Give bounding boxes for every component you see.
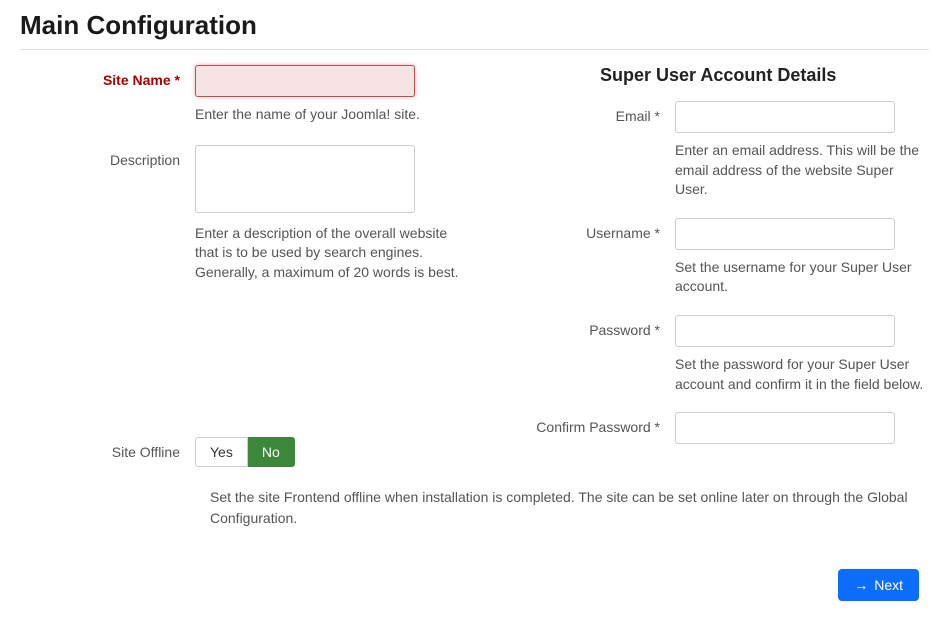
description-input[interactable]: [195, 145, 415, 213]
email-control: Enter an email address. This will be the…: [675, 101, 929, 200]
password-help: Set the password for your Super User acc…: [675, 355, 929, 394]
password-input[interactable]: [675, 315, 895, 347]
site-offline-control: Yes No: [195, 437, 490, 467]
site-name-help: Enter the name of your Joomla! site.: [195, 105, 465, 125]
site-name-group: Site Name * Enter the name of your Jooml…: [20, 65, 490, 125]
site-name-input[interactable]: [195, 65, 415, 97]
confirm-password-input[interactable]: [675, 412, 895, 444]
site-offline-yes-button[interactable]: Yes: [195, 437, 248, 467]
email-help: Enter an email address. This will be the…: [675, 141, 929, 200]
page-title: Main Configuration: [20, 10, 929, 41]
next-button[interactable]: → Next: [838, 569, 919, 601]
username-label: Username *: [520, 218, 675, 297]
email-label: Email *: [520, 101, 675, 200]
email-input[interactable]: [675, 101, 895, 133]
confirm-password-group: Confirm Password *: [520, 412, 929, 444]
site-name-label: Site Name *: [20, 65, 195, 125]
description-group: Description Enter a description of the o…: [20, 145, 490, 283]
site-offline-toggle: Yes No: [195, 437, 295, 467]
description-help: Enter a description of the overall websi…: [195, 224, 465, 283]
site-name-control: Enter the name of your Joomla! site.: [195, 65, 490, 125]
password-label: Password *: [520, 315, 675, 394]
left-column: Site Name * Enter the name of your Jooml…: [20, 65, 490, 477]
password-control: Set the password for your Super User acc…: [675, 315, 929, 394]
site-offline-no-button[interactable]: No: [248, 437, 295, 467]
divider: [20, 49, 929, 50]
next-button-label: Next: [874, 577, 903, 593]
confirm-password-label: Confirm Password *: [520, 412, 675, 444]
main-content: Site Name * Enter the name of your Jooml…: [20, 65, 929, 477]
super-user-section-title: Super User Account Details: [600, 65, 929, 86]
confirm-password-control: [675, 412, 929, 444]
footer: → Next: [20, 569, 929, 601]
right-column: Super User Account Details Email * Enter…: [520, 65, 929, 477]
arrow-right-icon: →: [854, 577, 868, 593]
username-help: Set the username for your Super User acc…: [675, 258, 929, 297]
site-offline-label: Site Offline: [20, 437, 195, 467]
description-label: Description: [20, 145, 195, 283]
username-group: Username * Set the username for your Sup…: [520, 218, 929, 297]
username-control: Set the username for your Super User acc…: [675, 218, 929, 297]
site-offline-help: Set the site Frontend offline when insta…: [210, 487, 929, 529]
password-group: Password * Set the password for your Sup…: [520, 315, 929, 394]
username-input[interactable]: [675, 218, 895, 250]
site-offline-group: Site Offline Yes No: [20, 437, 490, 467]
description-control: Enter a description of the overall websi…: [195, 145, 490, 283]
email-group: Email * Enter an email address. This wil…: [520, 101, 929, 200]
